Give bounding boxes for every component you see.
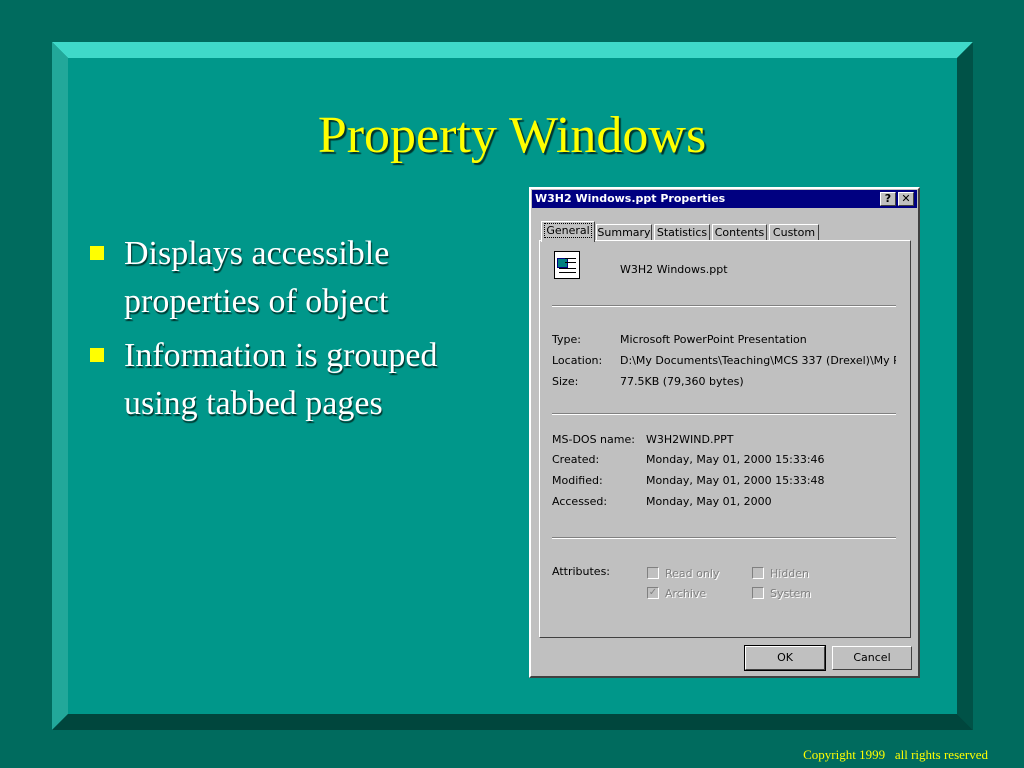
bevel-top — [52, 42, 973, 58]
attributes-label: Attributes: — [552, 565, 611, 578]
dialog-title: W3H2 Windows.ppt Properties — [535, 192, 726, 205]
location-value: D:\My Documents\Teaching\MCS 337 (Drexel… — [620, 354, 896, 367]
accessed-label: Accessed: — [552, 495, 608, 508]
hidden-label: Hidden — [770, 567, 810, 580]
bullet-item: Information is grouped using tabbed page… — [86, 332, 506, 428]
bullet-text: Information is grouped using tabbed page… — [124, 337, 438, 422]
system-checkbox[interactable] — [752, 587, 764, 599]
archive-checkbox[interactable]: ✓ — [647, 587, 659, 599]
separator — [552, 413, 896, 415]
type-label: Type: — [552, 333, 581, 346]
powerpoint-file-icon — [554, 251, 580, 279]
bullet-list: Displays accessible properties of object… — [86, 230, 506, 434]
size-label: Size: — [552, 375, 579, 388]
msdos-name-label: MS-DOS name: — [552, 433, 635, 446]
separator — [552, 305, 896, 307]
modified-label: Modified: — [552, 474, 603, 487]
type-value: Microsoft PowerPoint Presentation — [620, 333, 807, 346]
bullet-text: Displays accessible properties of object — [124, 235, 390, 320]
tab-general[interactable]: General — [541, 221, 595, 242]
size-value: 77.5KB (79,360 bytes) — [620, 375, 744, 388]
square-bullet-icon — [90, 348, 104, 362]
accessed-value: Monday, May 01, 2000 — [646, 495, 772, 508]
hidden-checkbox[interactable] — [752, 567, 764, 579]
read-only-checkbox[interactable] — [647, 567, 659, 579]
file-name: W3H2 Windows.ppt — [620, 263, 728, 276]
square-bullet-icon — [90, 246, 104, 260]
dialog-titlebar[interactable]: W3H2 Windows.ppt Properties ? ✕ — [532, 190, 917, 208]
close-button[interactable]: ✕ — [898, 192, 914, 206]
copyright-text: Copyright 1999 all rights reserved — [803, 747, 988, 762]
bevel-bottom — [52, 714, 973, 730]
modified-value: Monday, May 01, 2000 15:33:48 — [646, 474, 825, 487]
read-only-label: Read only — [665, 567, 720, 580]
cancel-button[interactable]: Cancel — [832, 646, 912, 670]
created-value: Monday, May 01, 2000 15:33:46 — [646, 453, 825, 466]
created-label: Created: — [552, 453, 600, 466]
archive-label: Archive — [665, 587, 707, 600]
system-label: System — [770, 587, 812, 600]
bullet-item: Displays accessible properties of object — [86, 230, 506, 326]
help-button[interactable]: ? — [880, 192, 896, 206]
msdos-name-value: W3H2WIND.PPT — [646, 433, 734, 446]
tab-custom[interactable]: Custom — [769, 224, 819, 241]
tab-contents[interactable]: Contents — [712, 224, 767, 241]
properties-dialog: W3H2 Windows.ppt Properties ? ✕ General … — [529, 187, 920, 678]
separator — [552, 537, 896, 539]
general-tab-panel: W3H2 Windows.ppt Type: Microsoft PowerPo… — [539, 240, 911, 638]
tab-summary[interactable]: Summary — [596, 224, 652, 241]
location-label: Location: — [552, 354, 603, 367]
tab-statistics[interactable]: Statistics — [654, 224, 710, 241]
ok-button[interactable]: OK — [744, 645, 826, 671]
slide-title: Property Windows — [317, 107, 707, 164]
